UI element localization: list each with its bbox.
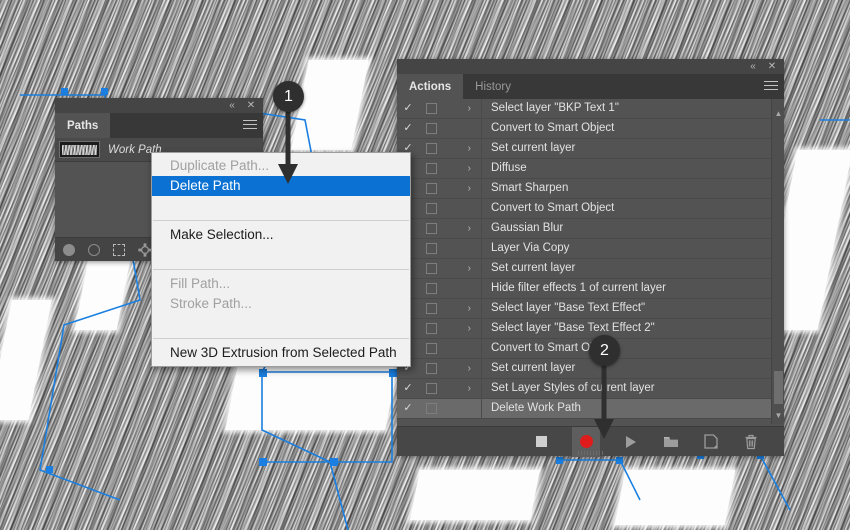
callout-2-arrow [594,364,614,439]
callout-2-badge: 2 [589,335,620,366]
screenshot-stage: « ✕ Paths Work Path « ✕ Actions History … [0,0,850,530]
callout-1-badge: 1 [273,81,304,112]
